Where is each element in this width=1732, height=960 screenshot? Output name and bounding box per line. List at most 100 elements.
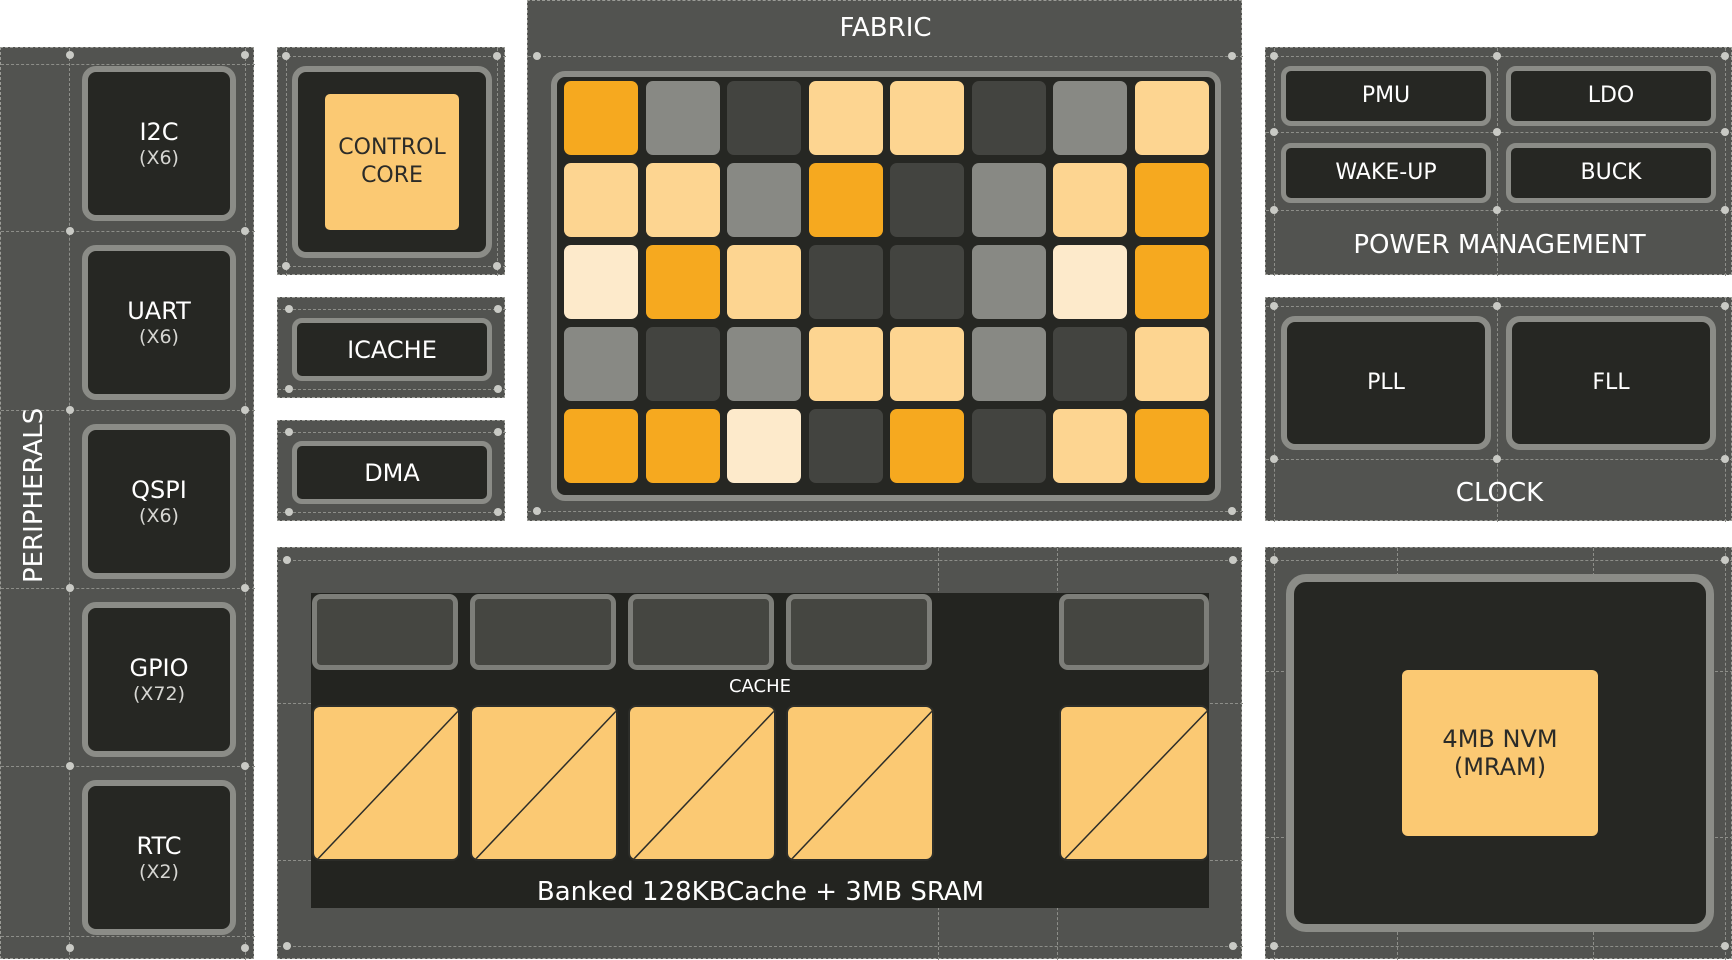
corner-dot — [493, 52, 501, 60]
guide-line — [1, 64, 255, 65]
sram-bank — [312, 705, 460, 861]
corner-dot — [1270, 206, 1278, 214]
buck-label: BUCK — [1580, 160, 1642, 185]
fabric-tile — [808, 327, 883, 401]
fabric-tile — [1053, 327, 1127, 401]
corner-dot — [1270, 556, 1278, 564]
control-core-block: CONTROL CORE — [325, 94, 459, 230]
guide-line — [1, 588, 255, 589]
rtc-count: (X2) — [139, 860, 179, 883]
corner-dot — [285, 508, 293, 516]
corner-dot — [283, 556, 291, 564]
dma-block: DMA — [292, 441, 492, 504]
icache-panel: ICACHE — [277, 297, 506, 398]
fabric-tile — [1134, 81, 1209, 155]
corner-dot — [1721, 52, 1729, 60]
sram-bank-diagonal — [472, 707, 616, 859]
sram-bank-diagonal — [314, 707, 458, 859]
control-core-panel: CONTROL CORE — [277, 47, 506, 276]
corner-dot — [494, 428, 502, 436]
cache-label: CACHE — [728, 676, 792, 697]
corner-dot — [1493, 128, 1501, 136]
rtc-label: RTC — [136, 831, 182, 860]
guide-line — [528, 511, 1243, 512]
fabric-tile — [971, 81, 1046, 155]
buck-block: BUCK — [1506, 143, 1716, 203]
corner-dot — [1270, 942, 1278, 950]
fabric-tile — [1053, 81, 1127, 155]
fabric-tile — [1134, 327, 1209, 401]
sram-bank-diagonal — [1061, 707, 1207, 859]
fabric-tile — [1134, 163, 1209, 237]
corner-dot — [66, 227, 74, 235]
nvm-label-line1: 4MB NVM — [1442, 725, 1558, 753]
fabric-tile-grid — [557, 77, 1215, 495]
fabric-tile — [564, 245, 638, 319]
fabric-tile — [727, 327, 801, 401]
sram-bank — [1059, 705, 1209, 861]
corner-dot — [1229, 556, 1237, 564]
qspi-label: QSPI — [131, 475, 187, 504]
corner-dot — [1721, 302, 1729, 310]
guide-line — [278, 266, 506, 267]
guide-line — [1274, 548, 1275, 960]
corner-dot — [1228, 507, 1236, 515]
pll-block: PLL — [1281, 316, 1491, 450]
corner-dot — [1721, 206, 1729, 214]
sram-bank — [628, 705, 776, 861]
corner-dot — [1721, 455, 1729, 463]
fabric-tile — [1134, 409, 1209, 483]
qspi-count: (X6) — [139, 504, 179, 527]
corner-dot — [494, 385, 502, 393]
corner-dot — [1493, 52, 1501, 60]
dma-label: DMA — [364, 458, 420, 487]
corner-dot — [283, 942, 291, 950]
ldo-block: LDO — [1506, 66, 1716, 126]
fabric-tile — [564, 163, 638, 237]
guide-line — [1266, 946, 1732, 947]
corner-dot — [494, 305, 502, 313]
guide-line — [286, 48, 287, 276]
corner-dot — [66, 584, 74, 592]
corner-dot — [1721, 128, 1729, 136]
guide-line — [278, 946, 1243, 947]
corner-dot — [241, 406, 249, 414]
fabric-panel: FABRIC — [527, 0, 1243, 521]
fabric-tile — [971, 327, 1046, 401]
clock-title: CLOCK — [1455, 478, 1544, 508]
guide-line — [1, 936, 255, 937]
i2c-label: I2C — [139, 117, 179, 146]
guide-line — [278, 389, 506, 390]
i2c-block: I2C (X6) — [82, 66, 236, 221]
sram-bank-diagonal — [630, 707, 774, 859]
guide-line — [245, 48, 246, 960]
pmu-block: PMU — [1281, 66, 1491, 126]
fabric-tile — [727, 81, 801, 155]
guide-line — [278, 432, 506, 433]
gpio-block: GPIO (X72) — [82, 602, 236, 757]
cache-slot — [786, 594, 932, 670]
fabric-grid-frame — [551, 71, 1221, 501]
corner-dot — [282, 52, 290, 60]
fabric-tile — [1053, 409, 1127, 483]
fabric-tile — [564, 81, 638, 155]
clock-panel: PLL FLL CLOCK — [1265, 297, 1732, 522]
fabric-tile — [971, 163, 1046, 237]
corner-dot — [66, 762, 74, 770]
gpio-count: (X72) — [132, 682, 186, 705]
fabric-tile — [890, 409, 964, 483]
corner-dot — [494, 508, 502, 516]
corner-dot — [66, 406, 74, 414]
fabric-tile — [727, 245, 801, 319]
corner-dot — [1228, 52, 1236, 60]
fll-block: FLL — [1506, 316, 1716, 450]
guide-line — [278, 309, 506, 310]
corner-dot — [533, 507, 541, 515]
pll-label: PLL — [1367, 370, 1405, 395]
corner-dot — [493, 262, 501, 270]
cache-slot — [470, 594, 616, 670]
fabric-tile — [645, 81, 720, 155]
qspi-block: QSPI (X6) — [82, 424, 236, 579]
corner-dot — [1270, 455, 1278, 463]
uart-label: UART — [127, 296, 191, 325]
